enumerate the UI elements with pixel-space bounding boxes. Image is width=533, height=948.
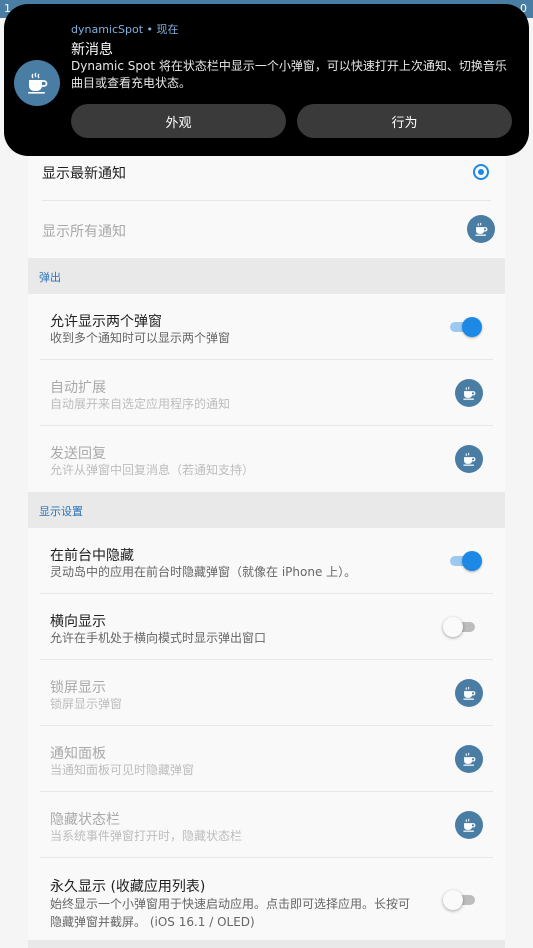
section-title: 显示设置 xyxy=(39,505,83,518)
hide-in-foreground-row[interactable]: 在前台中隐藏 灵动岛中的应用在前台时隐藏弹窗（就像在 iPhone 上）。 xyxy=(40,528,493,594)
landscape-subtitle: 允许在手机处于横向模式时显示弹出窗口 xyxy=(50,631,267,645)
coffee-cup-icon[interactable] xyxy=(455,679,483,707)
show-all-row[interactable]: 显示所有通知 xyxy=(42,201,495,258)
landscape-title: 横向显示 xyxy=(50,614,106,630)
coffee-cup-icon[interactable] xyxy=(455,445,483,473)
notify-group-panel: 显示最新通知 显示所有通知 xyxy=(28,140,505,258)
notification-panel-subtitle: 当通知面板可见时隐藏弹窗 xyxy=(50,763,195,777)
notification-panel-row[interactable]: 通知面板 当通知面板可见时隐藏弹窗 xyxy=(40,726,493,792)
section-header-display: 显示设置 xyxy=(28,492,505,528)
send-reply-subtitle: 允许从弹窗中回复消息（若通知支持） xyxy=(50,463,255,477)
send-reply-row[interactable]: 发送回复 允许从弹窗中回复消息（若通知支持） xyxy=(40,426,493,492)
notification-body: Dynamic Spot 将在状态栏中显示一个小弹窗，可以快速打开上次通知、切换… xyxy=(71,59,507,90)
section-header-popup: 弹出 xyxy=(28,258,505,294)
allow-two-popups-switch[interactable] xyxy=(450,317,482,337)
allow-two-popups-title: 允许显示两个弹窗 xyxy=(50,314,162,330)
notification-panel-title: 通知面板 xyxy=(50,746,106,762)
always-show-subtitle-line2: 隐藏弹窗并截屏。 (iOS 16.1 / OLED) xyxy=(50,915,255,929)
show-all-label: 显示所有通知 xyxy=(42,224,126,240)
always-show-row[interactable]: 永久显示 (收藏应用列表) 始终显示一个小弹窗用于快速启动应用。点击即可选择应用… xyxy=(40,858,493,940)
coffee-cup-icon[interactable] xyxy=(455,745,483,773)
auto-expand-subtitle: 自动展开来自选定应用程序的通知 xyxy=(50,397,231,411)
hide-statusbar-subtitle: 当系统事件弹窗打开时，隐藏状态栏 xyxy=(50,829,243,843)
hide-in-foreground-subtitle: 灵动岛中的应用在前台时隐藏弹窗（就像在 iPhone 上）。 xyxy=(50,565,357,579)
lockscreen-title: 锁屏显示 xyxy=(50,680,106,696)
allow-two-popups-subtitle: 收到多个通知时可以显示两个弹窗 xyxy=(50,331,231,345)
coffee-cup-icon[interactable] xyxy=(455,379,483,407)
hide-in-foreground-switch[interactable] xyxy=(450,551,482,571)
hide-in-foreground-title: 在前台中隐藏 xyxy=(50,548,134,564)
landscape-row[interactable]: 横向显示 允许在手机处于横向模式时显示弹出窗口 xyxy=(40,594,493,660)
always-show-switch[interactable] xyxy=(443,890,477,910)
notification-popup[interactable]: dynamicSpot • 现在 新消息 Dynamic Spot 将在状态栏中… xyxy=(4,4,529,156)
notification-header: dynamicSpot • 现在 xyxy=(71,23,179,36)
coffee-cup-icon[interactable] xyxy=(455,811,483,839)
auto-expand-row[interactable]: 自动扩展 自动展开来自选定应用程序的通知 xyxy=(40,360,493,426)
coffee-cup-icon[interactable] xyxy=(467,215,495,243)
popup-panel: 允许显示两个弹窗 收到多个通知时可以显示两个弹窗 自动扩展 自动展开来自选定应用… xyxy=(28,294,505,494)
hide-statusbar-title: 隐藏状态栏 xyxy=(50,812,120,828)
coffee-cup-icon xyxy=(14,60,60,106)
lockscreen-subtitle: 锁屏显示弹窗 xyxy=(50,697,123,711)
section-title: 弹出 xyxy=(39,271,61,284)
notification-title: 新消息 xyxy=(71,42,113,58)
allow-two-popups-row[interactable]: 允许显示两个弹窗 收到多个通知时可以显示两个弹窗 xyxy=(40,294,493,360)
show-latest-radio[interactable] xyxy=(473,164,489,180)
behavior-button[interactable]: 行为 xyxy=(297,104,512,138)
always-show-title: 永久显示 (收藏应用列表) xyxy=(50,879,206,895)
display-panel: 在前台中隐藏 灵动岛中的应用在前台时隐藏弹窗（就像在 iPhone 上）。 横向… xyxy=(28,528,505,940)
appearance-button[interactable]: 外观 xyxy=(71,104,286,138)
landscape-switch[interactable] xyxy=(443,617,477,637)
send-reply-title: 发送回复 xyxy=(50,446,106,462)
always-show-subtitle-line1: 始终显示一个小弹窗用于快速启动应用。点击即可选择应用。长按可 xyxy=(50,897,411,911)
hide-statusbar-row[interactable]: 隐藏状态栏 当系统事件弹窗打开时，隐藏状态栏 xyxy=(40,792,493,858)
lockscreen-row[interactable]: 锁屏显示 锁屏显示弹窗 xyxy=(40,660,493,726)
show-latest-label: 显示最新通知 xyxy=(42,166,126,182)
auto-expand-title: 自动扩展 xyxy=(50,380,106,396)
